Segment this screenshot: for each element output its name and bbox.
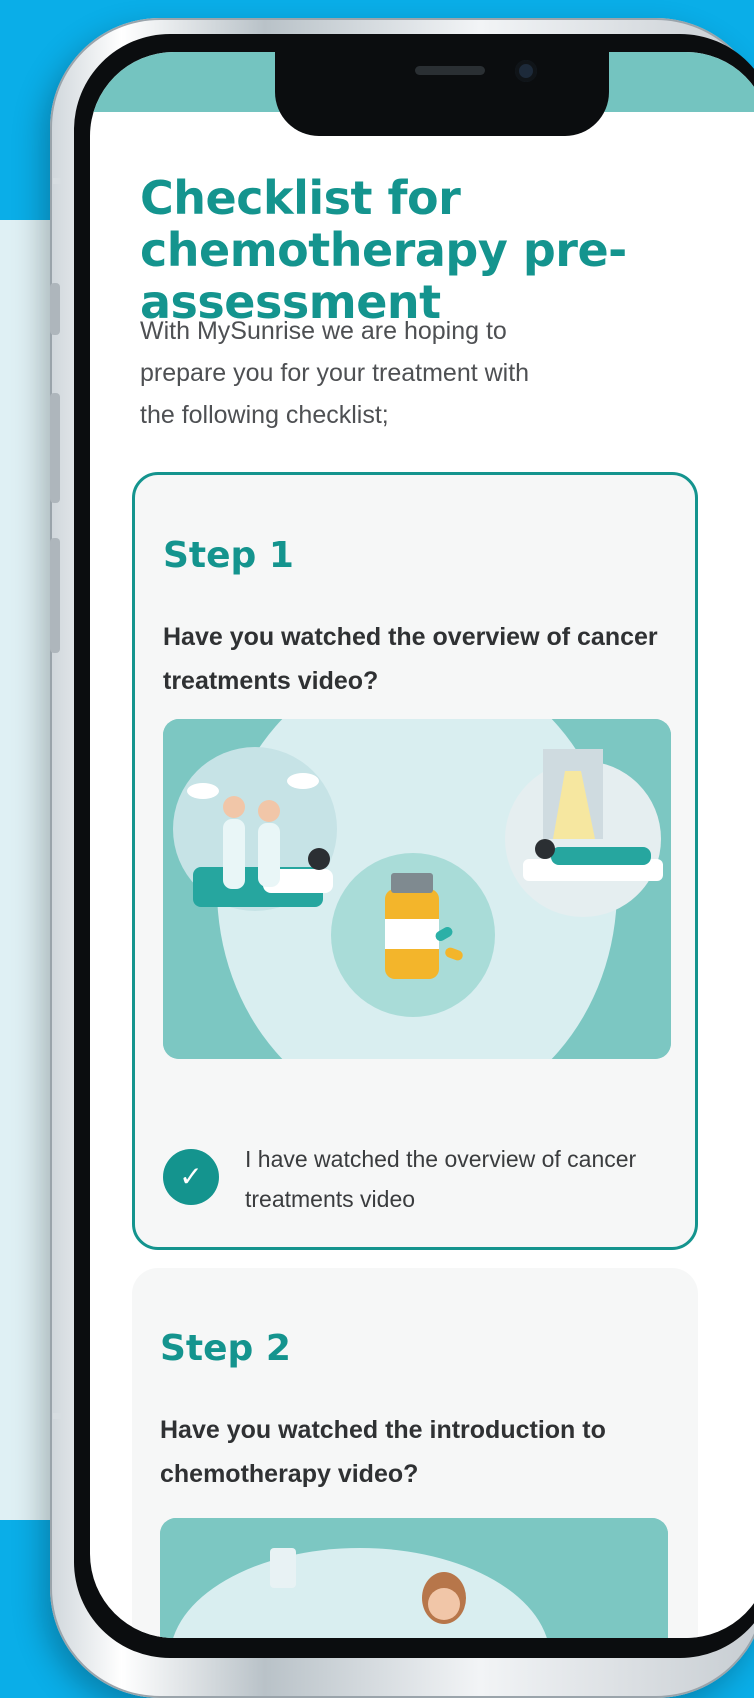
speaker-grille	[415, 66, 485, 75]
step-1-title: Step 1	[163, 535, 294, 576]
cancer-treatments-illustration[interactable]	[163, 719, 671, 1059]
step-2-question: Have you watched the introduction to che…	[160, 1416, 606, 1488]
step-1-card: Step 1 Have you watched the overview of …	[132, 472, 698, 1250]
phone-screen: Checklist for chemotherapy pre-assessmen…	[90, 52, 754, 1638]
notch	[275, 52, 609, 136]
page-title: Checklist for chemotherapy pre-assessmen…	[140, 171, 627, 329]
volume-up-button	[50, 393, 60, 503]
mute-switch	[50, 283, 60, 335]
front-camera	[515, 60, 537, 82]
step-2-card: Step 2 Have you watched the introduction…	[132, 1268, 698, 1638]
step-1-question: Have you watched the overview of cancer …	[163, 623, 658, 695]
antenna-line	[53, 178, 61, 184]
chemotherapy-illustration[interactable]	[160, 1518, 668, 1638]
phone-bezel: Checklist for chemotherapy pre-assessmen…	[74, 34, 754, 1658]
volume-down-button	[50, 538, 60, 653]
step-1-checkbox-label[interactable]: I have watched the overview of cancer tr…	[245, 1139, 665, 1219]
check-icon[interactable]: ✓	[163, 1149, 219, 1205]
step-2-title: Step 2	[160, 1328, 291, 1369]
step-1-checkbox[interactable]: ✓ I have watched the overview of cancer …	[163, 1125, 663, 1215]
intro-text: With MySunrise we are hoping to prepare …	[140, 317, 530, 429]
antenna-line	[53, 1413, 61, 1419]
phone-frame: Checklist for chemotherapy pre-assessmen…	[50, 18, 754, 1698]
